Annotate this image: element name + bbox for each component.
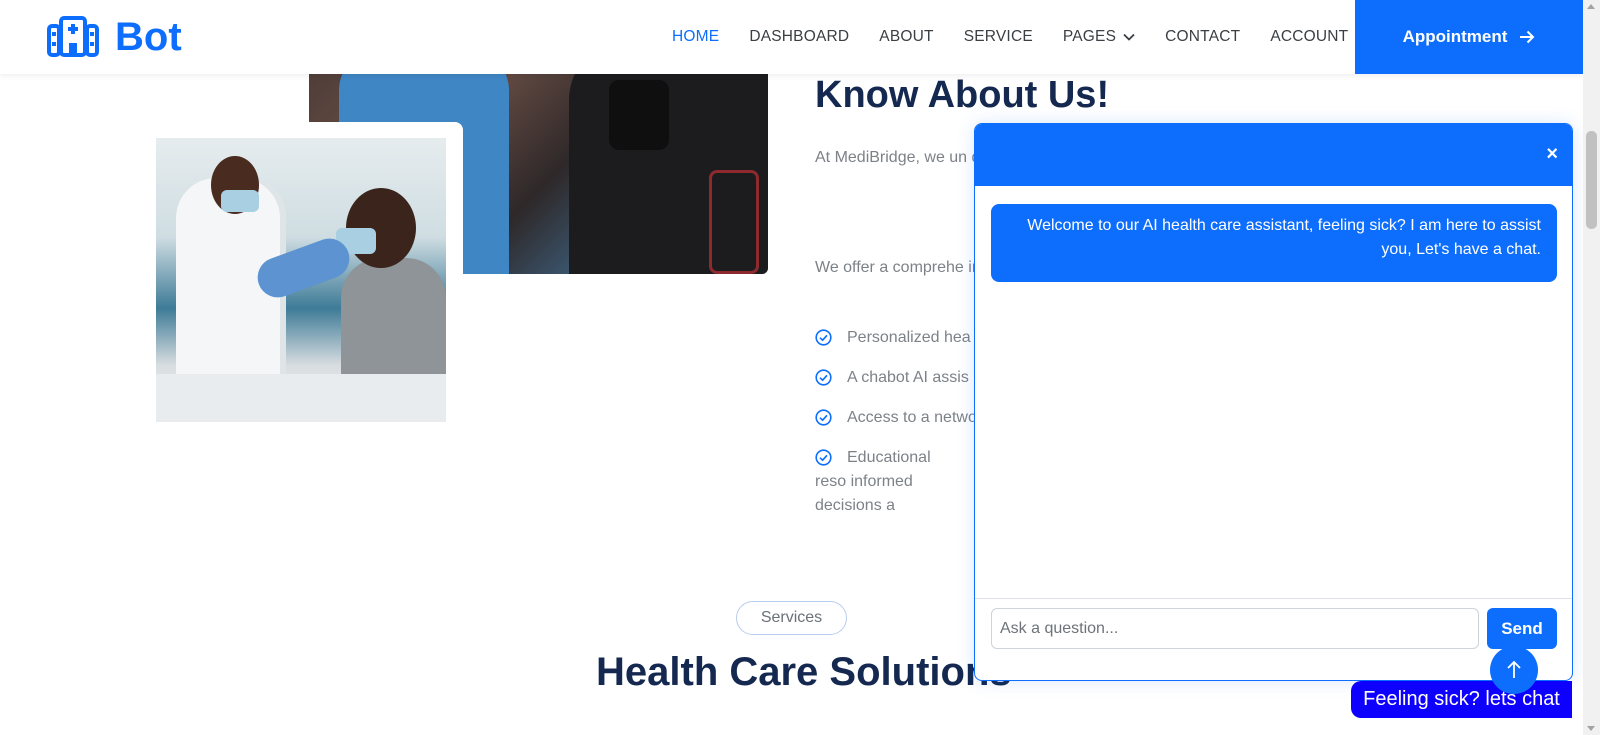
- feature-item: Educational reso informed decisions a: [815, 446, 965, 518]
- chat-window: × Welcome to our AI health care assistan…: [974, 123, 1573, 681]
- appointment-label: Appointment: [1402, 27, 1508, 46]
- check-circle-icon: [815, 369, 832, 386]
- feature-text: Access to a netwo: [847, 409, 977, 426]
- appointment-button[interactable]: Appointment: [1355, 0, 1583, 74]
- services-title: Health Care Solutions: [596, 650, 1012, 694]
- feature-text: Personalized hea: [847, 329, 971, 346]
- scroll-up-arrow-icon[interactable]: [1587, 4, 1595, 9]
- nav-contact-label: CONTACT: [1165, 28, 1241, 45]
- about-title: Know About Us!: [815, 74, 1110, 116]
- main-nav: HOME DASHBOARD ABOUT SERVICE PAGES CONTA…: [672, 0, 1397, 74]
- chat-header: ×: [975, 124, 1572, 186]
- nav-contact[interactable]: CONTACT: [1165, 28, 1240, 46]
- chat-footer: Send: [975, 598, 1572, 680]
- nav-account-label: ACCOUNT: [1270, 28, 1349, 45]
- nav-pages-label: PAGES: [1062, 28, 1117, 45]
- nav-about[interactable]: ABOUT: [879, 28, 933, 46]
- nav-dashboard[interactable]: DASHBOARD: [749, 28, 849, 46]
- arrow-right-icon: [1520, 30, 1535, 44]
- nav-home[interactable]: HOME: [672, 28, 719, 46]
- nav-home-label: HOME: [672, 28, 720, 45]
- chevron-down-icon: [1123, 33, 1135, 41]
- navbar: Bot HOME DASHBOARD ABOUT SERVICE PAGES C…: [0, 0, 1583, 74]
- nav-service-label: SERVICE: [963, 28, 1033, 45]
- check-circle-icon: [815, 409, 832, 426]
- nav-account-dropdown[interactable]: ACCOUNT: [1270, 28, 1367, 46]
- nav-about-label: ABOUT: [879, 28, 934, 45]
- back-to-top-button[interactable]: [1490, 646, 1538, 694]
- brand-name: Bot: [115, 15, 182, 59]
- nav-pages-dropdown[interactable]: PAGES: [1063, 28, 1135, 46]
- chat-question-input[interactable]: [991, 608, 1479, 649]
- nav-dashboard-label: DASHBOARD: [749, 28, 850, 45]
- feature-text: Educational reso informed decisions a: [815, 449, 931, 514]
- services-badge: Services: [736, 601, 847, 635]
- close-icon[interactable]: ×: [1546, 144, 1558, 164]
- chat-toggle-button[interactable]: Feeling sick? lets chat: [1351, 681, 1572, 718]
- check-circle-icon: [815, 329, 832, 346]
- scrollbar-thumb[interactable]: [1586, 131, 1597, 229]
- scroll-down-arrow-icon[interactable]: [1587, 726, 1595, 731]
- hospital-logo-icon: [47, 16, 99, 57]
- feature-text: A chabot AI assis: [847, 369, 969, 386]
- send-button[interactable]: Send: [1487, 608, 1557, 649]
- about-image-doctor-patient: [156, 138, 446, 422]
- bot-message: Welcome to our AI health care assistant,…: [991, 204, 1557, 282]
- nav-service[interactable]: SERVICE: [964, 28, 1033, 46]
- page-scrollbar[interactable]: [1583, 0, 1600, 735]
- brand-link[interactable]: Bot: [47, 16, 182, 58]
- arrow-up-icon: [1507, 660, 1521, 678]
